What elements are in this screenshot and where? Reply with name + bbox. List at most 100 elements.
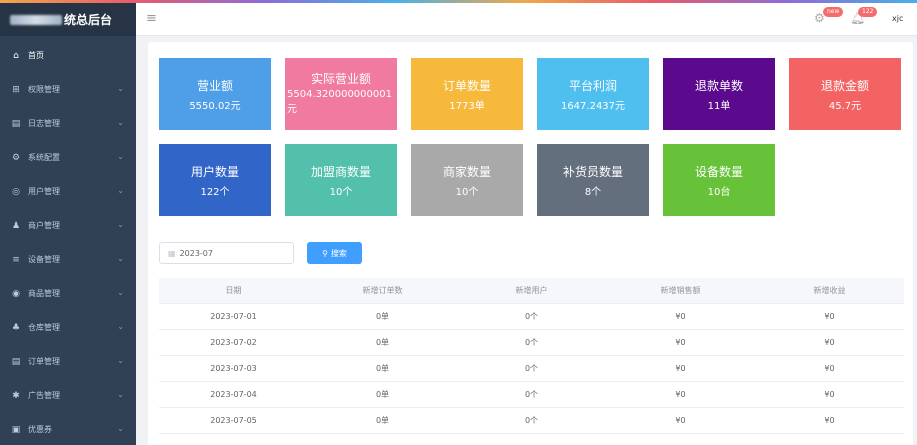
sidebar-item[interactable]: ◉ 商品管理 ⌄ (0, 277, 136, 310)
table-cell: 0个 (524, 390, 539, 399)
sidebar-item[interactable]: ⌂ 首页 (0, 39, 136, 72)
table-row: 2023-07-03 0单 0个 ¥0 ¥0 (159, 356, 904, 382)
stat-value: 5504.320000000001元 (287, 89, 392, 115)
notification-count-badge: 122 (858, 7, 878, 17)
month-picker-value: 2023-07 (179, 248, 213, 258)
table-row: 2023-07-02 0单 0个 ¥0 ¥0 (159, 330, 904, 356)
top-header: ≡ ⚙ new 🔔︎ 122 xjc (136, 3, 917, 36)
sidebar-item-label: 首页 (28, 51, 44, 60)
stat-label: 商家数量 (442, 165, 491, 179)
sidebar-item-label: 仓库管理 (28, 323, 60, 332)
order-icon: ▤ (11, 356, 21, 367)
document-icon: ▤ (11, 118, 21, 129)
chevron-down-icon: ⌄ (117, 84, 124, 93)
table-cell: 0个 (524, 312, 539, 321)
stat-label: 退款单数 (694, 79, 743, 93)
chevron-down-icon: ⌄ (117, 186, 124, 195)
chevron-down-icon: ⌄ (117, 390, 124, 399)
home-icon: ⌂ (13, 50, 19, 61)
table-cell: 2023-07-03 (210, 364, 257, 373)
table-cell: 0单 (375, 312, 390, 321)
stat-card: 退款金额 45.7元 (789, 58, 901, 130)
chevron-down-icon: ⌄ (117, 288, 124, 297)
table-cell: 2023-07-01 (210, 312, 257, 321)
stat-value: 122个 (200, 187, 230, 198)
stat-label: 平台利润 (568, 79, 617, 93)
ad-icon: ✱ (12, 390, 20, 401)
table-cell: ¥0 (675, 364, 686, 373)
app-title: 统总后台 (64, 13, 113, 27)
table-cell: 0单 (375, 364, 390, 373)
stat-value: 10个 (329, 187, 353, 198)
sidebar-item-label: 广告管理 (28, 391, 60, 400)
table-cell: ¥0 (675, 416, 686, 425)
stat-label: 补货员数量 (562, 165, 623, 179)
sidebar-item[interactable]: ⚙ 系统配置 ⌄ (0, 141, 136, 174)
sidebar-item-label: 优惠券 (28, 425, 52, 434)
sidebar-item-label: 权限管理 (28, 85, 60, 94)
sidebar-item-label: 商品管理 (28, 289, 60, 298)
stat-value: 10台 (707, 187, 731, 198)
table-cell: 2023-07-05 (210, 416, 257, 425)
stat-card: 订单数量 1773单 (411, 58, 523, 130)
sidebar-item-label: 日志管理 (28, 119, 60, 128)
sidebar-item[interactable]: ◎ 用户管理 ⌄ (0, 175, 136, 208)
table-cell: ¥0 (824, 364, 835, 373)
table-cell: 2023-07-02 (210, 338, 257, 347)
sidebar-item[interactable]: ✱ 广告管理 ⌄ (0, 379, 136, 412)
table-cell: ¥0 (675, 390, 686, 399)
notifications-button[interactable]: 🔔︎ 122 (850, 7, 878, 25)
calendar-icon: ▦ (168, 248, 176, 258)
sidebar-item-label: 用户管理 (28, 187, 60, 196)
chevron-down-icon: ⌄ (117, 424, 124, 433)
sidebar-item[interactable]: ♣ 仓库管理 ⌄ (0, 311, 136, 344)
sidebar-item[interactable]: ▤ 订单管理 ⌄ (0, 345, 136, 378)
hamburger-icon[interactable]: ≡ (146, 11, 157, 26)
sidebar-item[interactable]: ⊞ 权限管理 ⌄ (0, 73, 136, 106)
warehouse-icon: ♣ (11, 322, 21, 333)
chevron-down-icon: ⌄ (117, 152, 124, 161)
chevron-down-icon: ⌄ (117, 220, 124, 229)
stat-label: 设备数量 (694, 165, 743, 179)
daily-stats-table: 日期 新增订单数 新增用户 新增销售额 新增收益 2023-07-01 0单 0个 ¥… (159, 278, 904, 434)
sidebar-item[interactable]: ▣ 优惠券 ⌄ (0, 413, 136, 445)
header-new-users: 新增用户 (515, 286, 548, 295)
table-cell: 0个 (524, 364, 539, 373)
header-new-orders: 新增订单数 (362, 286, 403, 295)
logo: 统总后台 (0, 3, 136, 36)
sidebar-item-label: 设备管理 (28, 255, 60, 264)
chevron-down-icon: ⌄ (117, 254, 124, 263)
table-cell: 2023-07-04 (210, 390, 257, 399)
chevron-down-icon: ⌄ (117, 322, 124, 331)
chevron-down-icon: ⌄ (117, 118, 124, 127)
grid-icon: ⊞ (12, 84, 20, 95)
username[interactable]: xjc (892, 14, 903, 23)
stat-label: 营业额 (196, 79, 233, 93)
table-header: 日期 新增订单数 新增用户 新增销售额 新增收益 (159, 278, 904, 304)
header-date: 日期 (225, 286, 242, 295)
stat-label: 实际营业额 (310, 72, 371, 86)
sidebar-item[interactable]: ≡ 设备管理 ⌄ (0, 243, 136, 276)
table-cell: ¥0 (824, 338, 835, 347)
sidebar-item[interactable]: ▤ 日志管理 ⌄ (0, 107, 136, 140)
stat-label: 用户数量 (190, 165, 239, 179)
sidebar-item-label: 系统配置 (28, 153, 60, 162)
search-icon: ⚲ (322, 248, 328, 258)
table-cell: 0单 (375, 390, 390, 399)
search-button[interactable]: ⚲ 搜索 (307, 242, 362, 264)
table-cell: ¥0 (824, 312, 835, 321)
table-row: 2023-07-04 0单 0个 ¥0 ¥0 (159, 382, 904, 408)
table-cell: 0单 (375, 416, 390, 425)
search-button-label: 搜索 (330, 248, 347, 258)
month-picker[interactable]: ▦ 2023-07 (159, 242, 294, 264)
sidebar-item-label: 商户管理 (28, 221, 60, 230)
user-circle-icon: ◎ (12, 186, 20, 197)
person-icon: ♟ (11, 220, 21, 231)
settings-button[interactable]: ⚙ new (814, 7, 844, 25)
table-row: 2023-07-01 0单 0个 ¥0 ¥0 (159, 304, 904, 330)
chevron-down-icon: ⌄ (117, 356, 124, 365)
sidebar-item[interactable]: ♟ 商户管理 ⌄ (0, 209, 136, 242)
stat-value: 1773单 (449, 101, 485, 112)
table-row: 2023-07-05 0单 0个 ¥0 ¥0 (159, 408, 904, 434)
stat-card: 补货员数量 8个 (537, 144, 649, 216)
